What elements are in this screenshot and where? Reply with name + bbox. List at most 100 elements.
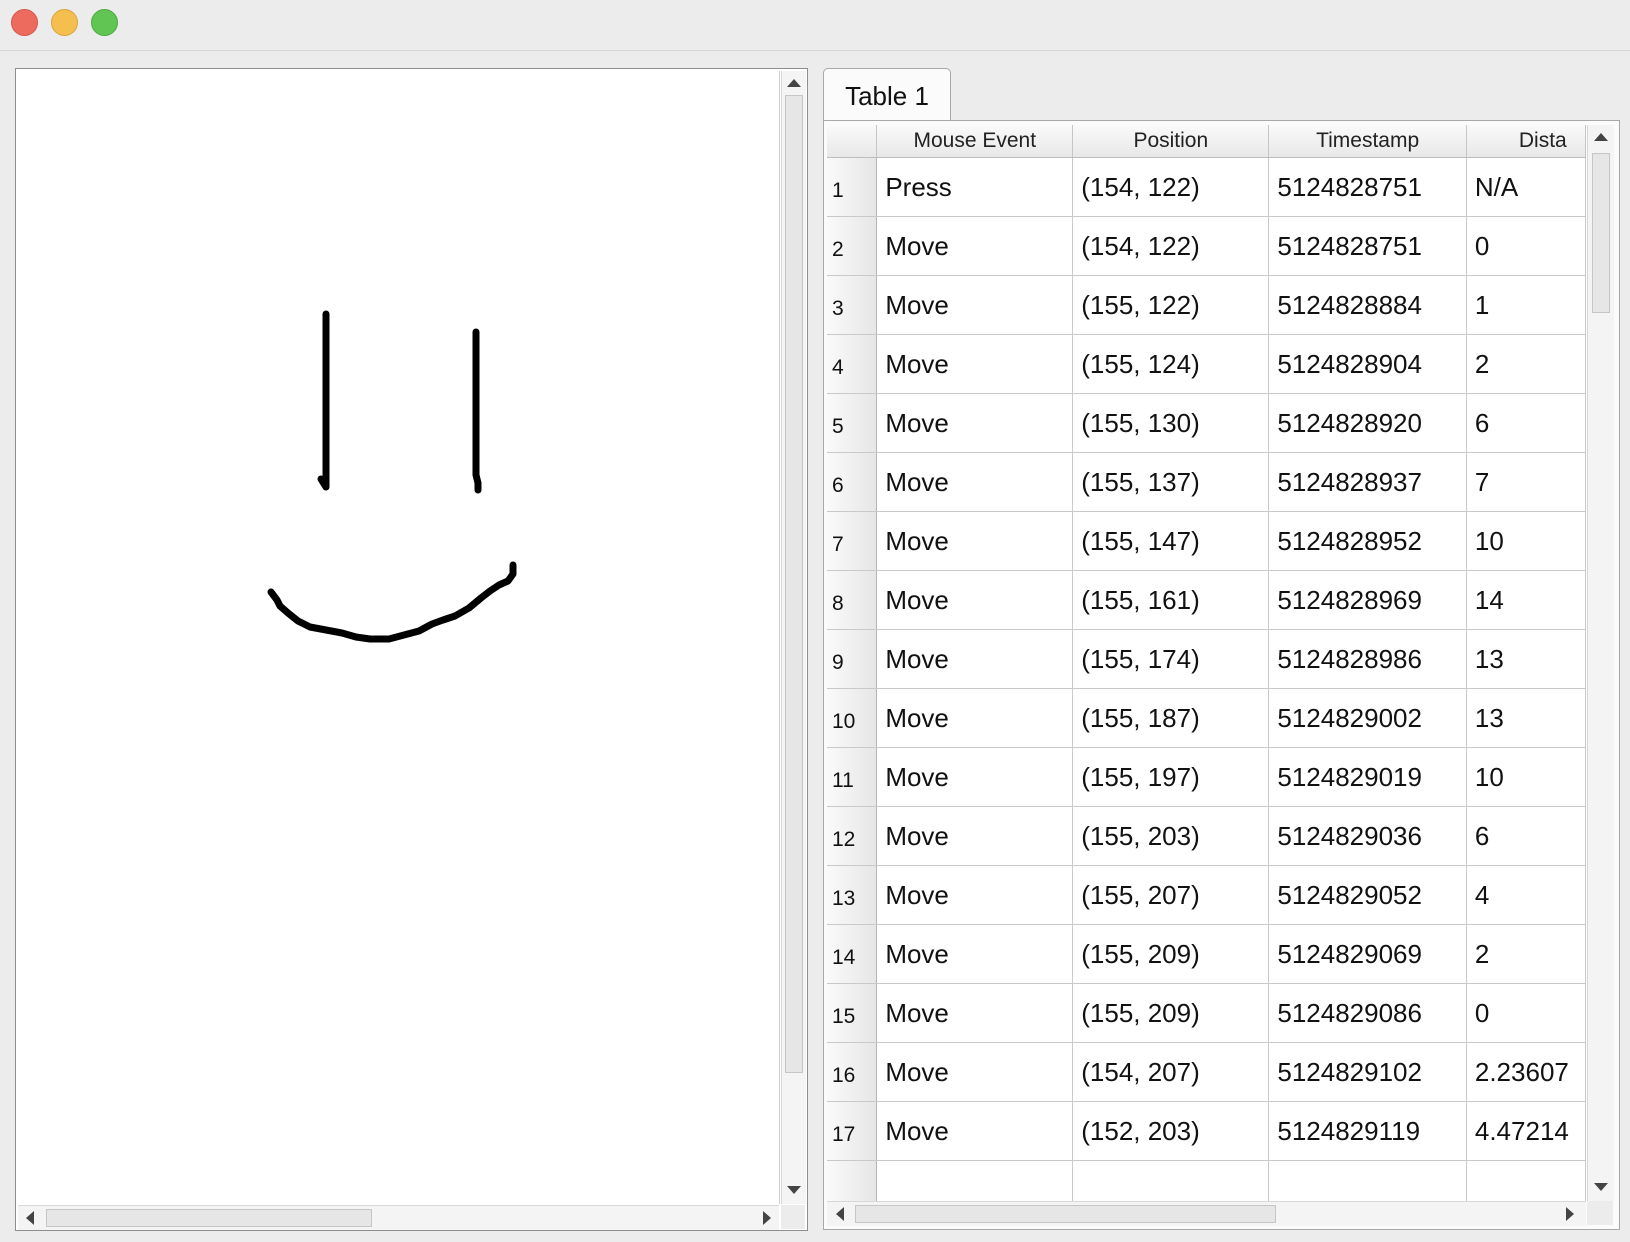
distance-cell[interactable]: 2: [1466, 334, 1586, 394]
canvas-vertical-scroll-thumb[interactable]: [785, 95, 803, 1073]
row-number-cell[interactable]: 11: [827, 747, 878, 807]
mouse-event-cell[interactable]: Move: [876, 629, 1074, 689]
column-header-row-number[interactable]: [827, 125, 878, 158]
position-cell[interactable]: (155, 209): [1072, 983, 1270, 1043]
row-number-cell[interactable]: 13: [827, 865, 878, 925]
table-row[interactable]: 17 Move (152, 203) 5124829119 4.47214: [827, 1101, 1586, 1161]
timestamp-cell[interactable]: 5124828920: [1268, 393, 1467, 453]
row-number-cell[interactable]: 12: [827, 806, 878, 866]
table-row[interactable]: 13 Move (155, 207) 5124829052 4: [827, 865, 1586, 925]
row-number-cell[interactable]: 7: [827, 511, 878, 571]
distance-cell[interactable]: 14: [1466, 570, 1586, 630]
table-row[interactable]: 7 Move (155, 147) 5124828952 10: [827, 511, 1586, 571]
position-cell[interactable]: (155, 122): [1072, 275, 1270, 335]
mouse-event-cell[interactable]: Move: [876, 393, 1074, 453]
position-cell[interactable]: (155, 209): [1072, 924, 1270, 984]
table-row[interactable]: 2 Move (154, 122) 5124828751 0: [827, 216, 1586, 276]
row-number-cell[interactable]: 17: [827, 1101, 878, 1161]
timestamp-cell[interactable]: 5124829036: [1268, 806, 1467, 866]
position-cell[interactable]: (154, 122): [1072, 157, 1270, 217]
close-window-button[interactable]: [11, 9, 38, 36]
zoom-window-button[interactable]: [91, 9, 118, 36]
column-header-timestamp[interactable]: Timestamp: [1268, 125, 1467, 158]
distance-cell[interactable]: 10: [1466, 747, 1586, 807]
tab-table-1[interactable]: Table 1: [823, 68, 951, 122]
canvas-vertical-scrollbar[interactable]: [781, 71, 806, 1204]
table-row[interactable]: 8 Move (155, 161) 5124828969 14: [827, 570, 1586, 630]
empty-cell[interactable]: [1466, 1160, 1586, 1201]
distance-cell[interactable]: 1: [1466, 275, 1586, 335]
scroll-right-arrow-icon[interactable]: [1566, 1207, 1574, 1221]
row-number-cell[interactable]: 6: [827, 452, 878, 512]
canvas-horizontal-scrollbar[interactable]: [18, 1205, 779, 1230]
row-number-cell[interactable]: 1: [827, 157, 878, 217]
timestamp-cell[interactable]: 5124829019: [1268, 747, 1467, 807]
mouse-event-cell[interactable]: Move: [876, 275, 1074, 335]
row-number-cell[interactable]: 2: [827, 216, 878, 276]
mouse-event-cell[interactable]: Move: [876, 806, 1074, 866]
timestamp-cell[interactable]: 5124828969: [1268, 570, 1467, 630]
table-row[interactable]: 10 Move (155, 187) 5124829002 13: [827, 688, 1586, 748]
position-cell[interactable]: (154, 122): [1072, 216, 1270, 276]
mouse-event-cell[interactable]: Move: [876, 983, 1074, 1043]
position-cell[interactable]: (155, 207): [1072, 865, 1270, 925]
mouse-event-cell[interactable]: Move: [876, 1101, 1074, 1161]
mouse-event-cell[interactable]: Move: [876, 924, 1074, 984]
table-row[interactable]: 3 Move (155, 122) 5124828884 1: [827, 275, 1586, 335]
timestamp-cell[interactable]: 5124828751: [1268, 157, 1467, 217]
timestamp-cell[interactable]: 5124828751: [1268, 216, 1467, 276]
timestamp-cell[interactable]: 5124828952: [1268, 511, 1467, 571]
row-number-cell[interactable]: 3: [827, 275, 878, 335]
column-header-mouse-event[interactable]: Mouse Event: [876, 125, 1074, 158]
mouse-event-cell[interactable]: Move: [876, 747, 1074, 807]
position-cell[interactable]: (155, 187): [1072, 688, 1270, 748]
table-row[interactable]: 12 Move (155, 203) 5124829036 6: [827, 806, 1586, 866]
mouse-event-cell[interactable]: Move: [876, 334, 1074, 394]
column-header-position[interactable]: Position: [1072, 125, 1270, 158]
position-cell[interactable]: (154, 207): [1072, 1042, 1270, 1102]
table-row[interactable]: 1 Press (154, 122) 5124828751 N/A: [827, 157, 1586, 217]
distance-cell[interactable]: 4: [1466, 865, 1586, 925]
position-cell[interactable]: (155, 147): [1072, 511, 1270, 571]
mouse-event-cell[interactable]: Move: [876, 865, 1074, 925]
distance-cell[interactable]: 7: [1466, 452, 1586, 512]
scroll-right-arrow-icon[interactable]: [763, 1211, 771, 1225]
mouse-event-cell[interactable]: Move: [876, 452, 1074, 512]
timestamp-cell[interactable]: 5124828937: [1268, 452, 1467, 512]
table-row[interactable]: 15 Move (155, 209) 5124829086 0: [827, 983, 1586, 1043]
distance-cell[interactable]: 0: [1466, 983, 1586, 1043]
table-row[interactable]: 11 Move (155, 197) 5124829019 10: [827, 747, 1586, 807]
drawing-canvas[interactable]: [18, 71, 780, 1204]
mouse-event-cell[interactable]: Move: [876, 216, 1074, 276]
distance-cell[interactable]: 6: [1466, 393, 1586, 453]
distance-cell[interactable]: 2: [1466, 924, 1586, 984]
distance-cell[interactable]: 13: [1466, 629, 1586, 689]
empty-cell[interactable]: [1268, 1160, 1467, 1201]
row-number-cell[interactable]: 8: [827, 570, 878, 630]
row-number-cell[interactable]: 5: [827, 393, 878, 453]
distance-cell[interactable]: 13: [1466, 688, 1586, 748]
timestamp-cell[interactable]: 5124828884: [1268, 275, 1467, 335]
position-cell[interactable]: (155, 137): [1072, 452, 1270, 512]
position-cell[interactable]: (155, 174): [1072, 629, 1270, 689]
row-number-cell[interactable]: 10: [827, 688, 878, 748]
row-number-cell[interactable]: 15: [827, 983, 878, 1043]
position-cell[interactable]: (155, 203): [1072, 806, 1270, 866]
scroll-up-arrow-icon[interactable]: [787, 79, 801, 87]
timestamp-cell[interactable]: 5124829102: [1268, 1042, 1467, 1102]
timestamp-cell[interactable]: 5124828986: [1268, 629, 1467, 689]
distance-cell[interactable]: 6: [1466, 806, 1586, 866]
mouse-event-cell[interactable]: Press: [876, 157, 1074, 217]
table-row[interactable]: 4 Move (155, 124) 5124828904 2: [827, 334, 1586, 394]
mouse-event-cell[interactable]: Move: [876, 570, 1074, 630]
mouse-event-cell[interactable]: Move: [876, 1042, 1074, 1102]
distance-cell[interactable]: 0: [1466, 216, 1586, 276]
table-horizontal-scrollbar[interactable]: [827, 1201, 1586, 1226]
empty-cell[interactable]: [827, 1160, 878, 1201]
distance-cell[interactable]: 2.23607: [1466, 1042, 1586, 1102]
table-horizontal-scroll-thumb[interactable]: [855, 1205, 1276, 1223]
column-header-distance[interactable]: Dista: [1466, 125, 1586, 158]
scroll-up-arrow-icon[interactable]: [1594, 133, 1608, 141]
row-number-cell[interactable]: 14: [827, 924, 878, 984]
position-cell[interactable]: (155, 124): [1072, 334, 1270, 394]
